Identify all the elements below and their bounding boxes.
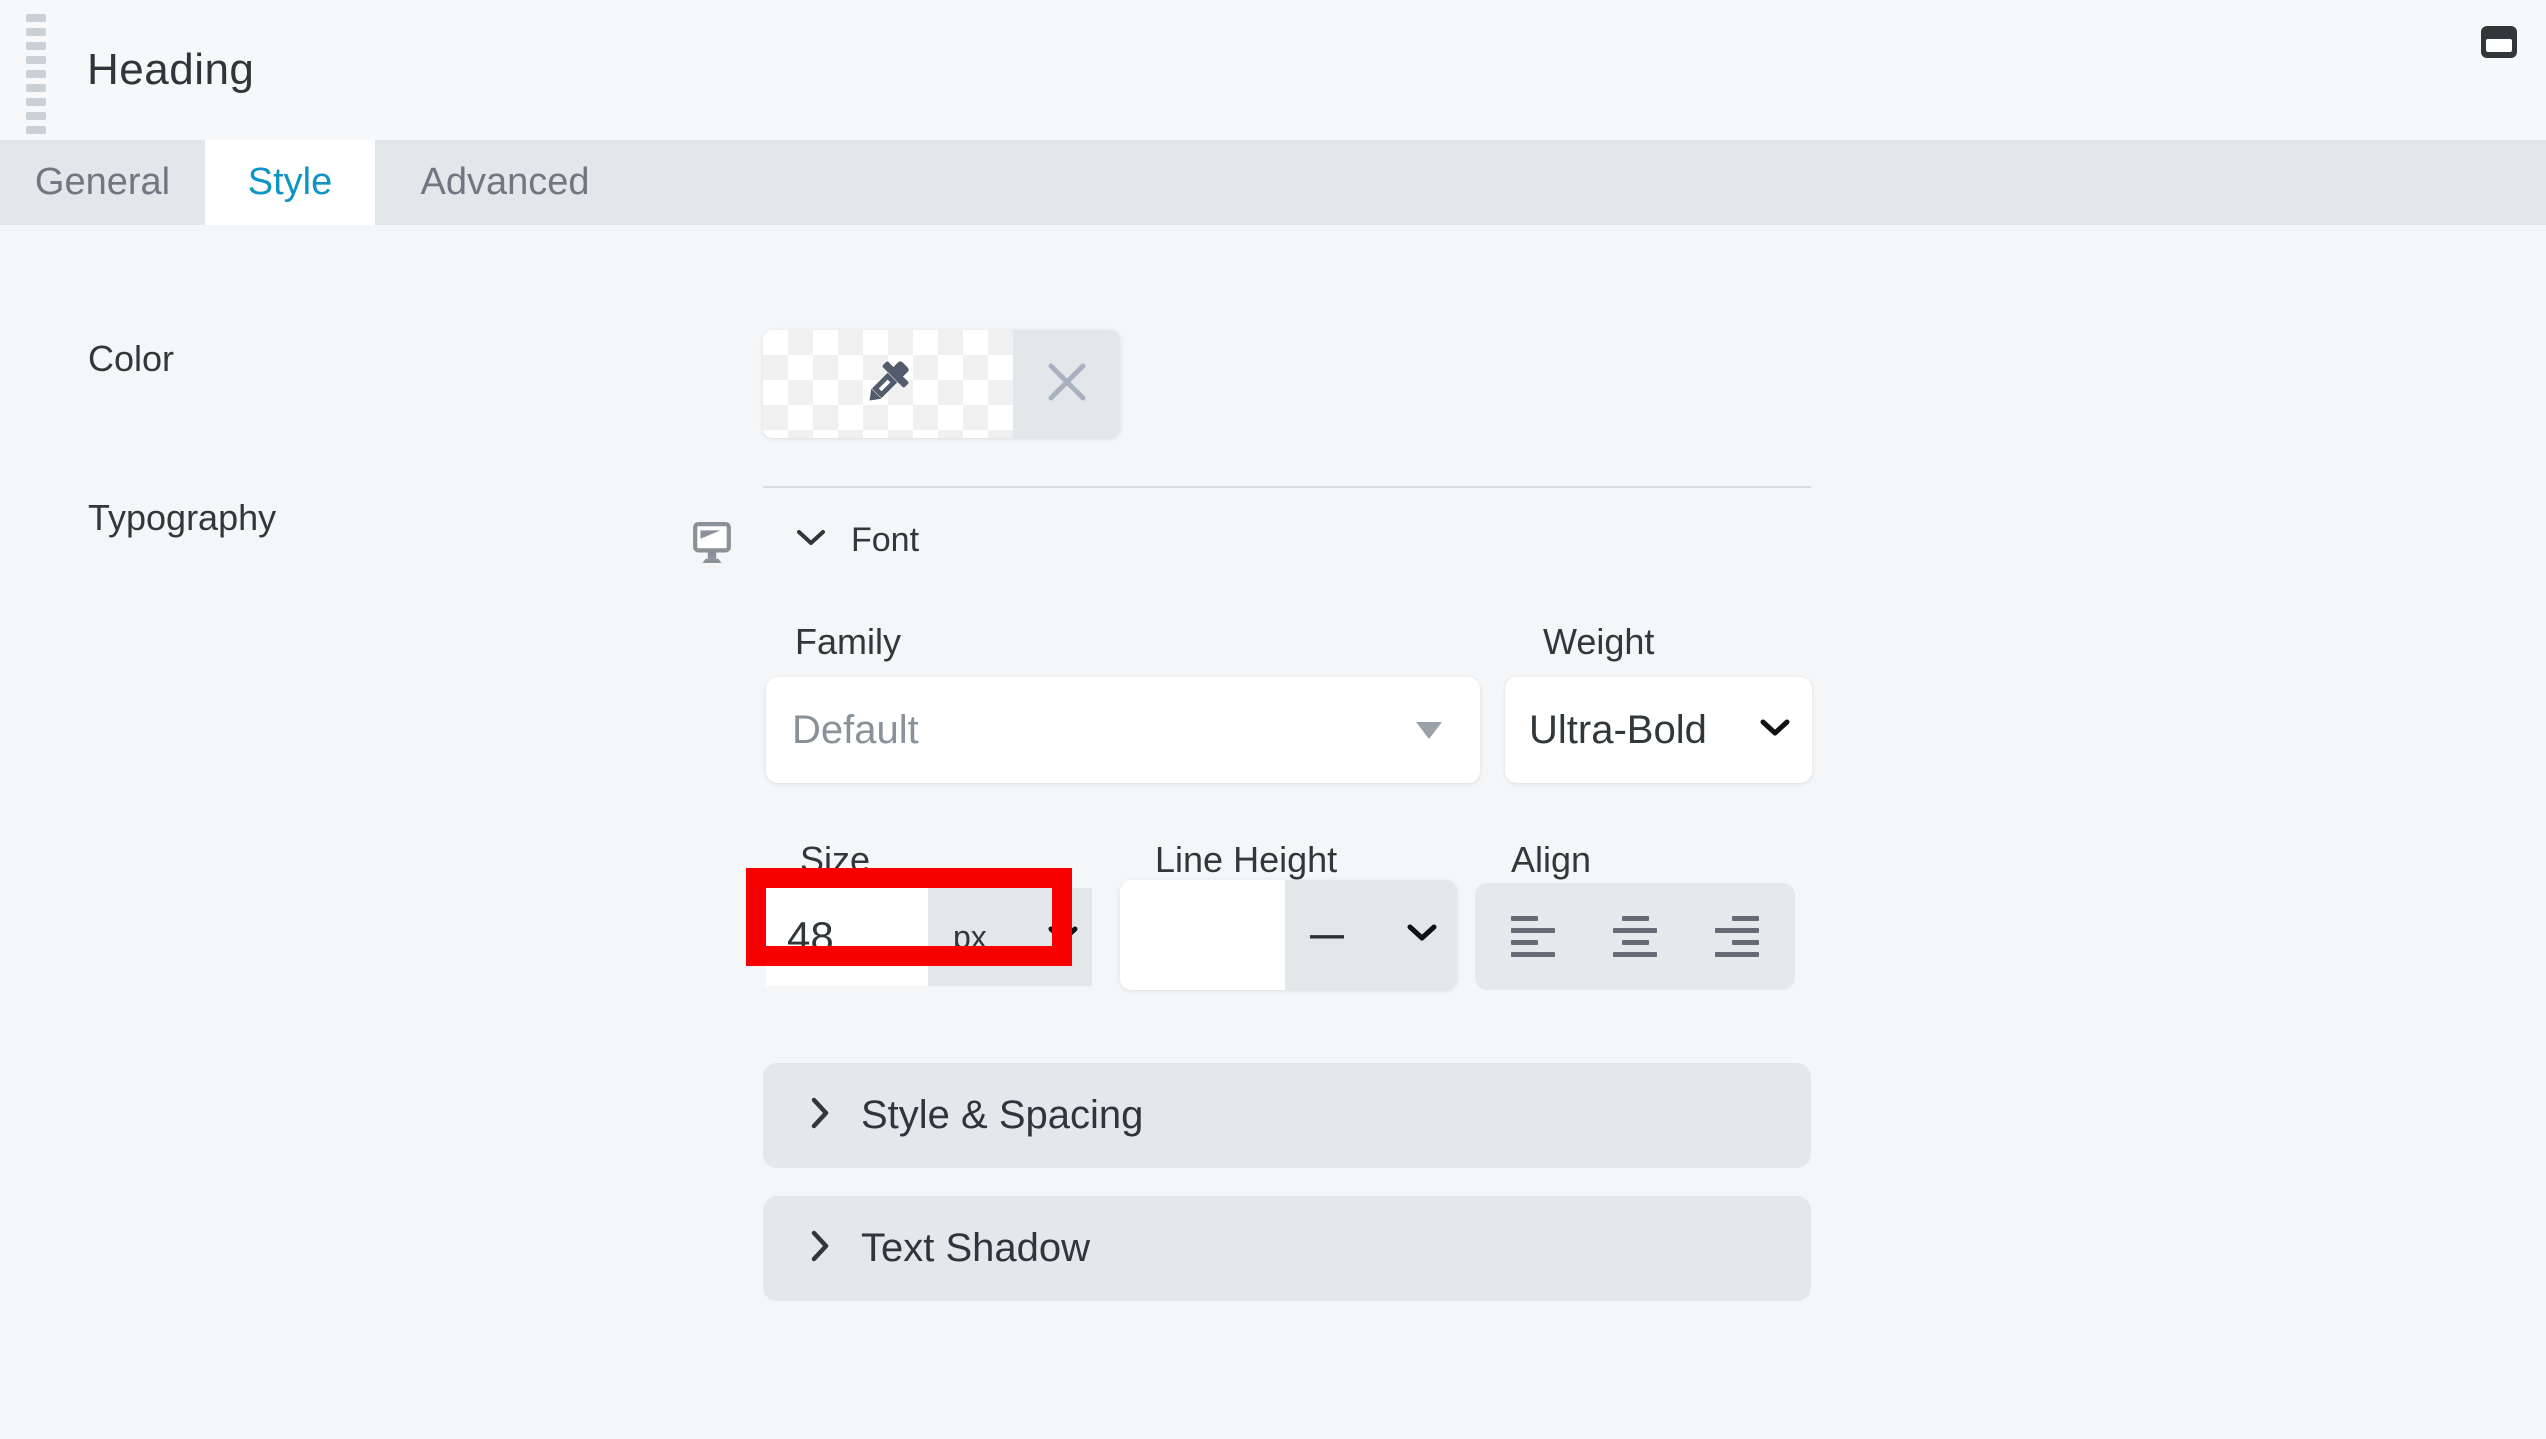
text-shadow-label: Text Shadow <box>861 1226 1091 1270</box>
x-icon <box>1045 360 1089 409</box>
line-height-input[interactable] <box>1120 880 1285 990</box>
font-weight-value: Ultra-Bold <box>1529 707 1707 752</box>
line-height-control: — <box>1120 880 1457 990</box>
panel-header: Heading <box>0 0 2546 140</box>
font-weight-select[interactable]: Ultra-Bold <box>1505 677 1812 783</box>
window-icon[interactable] <box>2481 26 2517 58</box>
drag-handle-icon[interactable] <box>26 14 46 134</box>
tab-advanced[interactable]: Advanced <box>375 140 635 225</box>
chevron-right-icon <box>809 1095 831 1136</box>
triangle-down-icon <box>1416 721 1442 739</box>
text-shadow-accordion[interactable]: Text Shadow <box>763 1196 1811 1301</box>
tab-bar: General Style Advanced <box>0 140 2546 225</box>
align-right-icon[interactable] <box>1715 916 1759 957</box>
settings-panel: Heading General Style Advanced Color Typ… <box>0 0 2546 1439</box>
chevron-down-icon <box>1760 718 1790 743</box>
weight-label: Weight <box>1543 621 1655 662</box>
font-family-value: Default <box>792 707 919 752</box>
line-height-label: Line Height <box>1155 839 1338 880</box>
tab-general[interactable]: General <box>0 140 205 225</box>
color-picker-control <box>763 330 1120 438</box>
eyedropper-icon <box>859 353 917 416</box>
chevron-down-icon <box>1407 923 1437 948</box>
section-divider <box>763 486 1811 488</box>
panel-title: Heading <box>87 45 255 94</box>
color-field-label: Color <box>88 338 175 379</box>
line-height-unit-placeholder: — <box>1310 915 1344 954</box>
line-height-unit-select[interactable]: — <box>1285 880 1457 990</box>
chevron-right-icon <box>809 1228 831 1269</box>
font-family-select[interactable]: Default <box>766 677 1480 783</box>
chevron-down-icon <box>795 527 827 554</box>
style-tab-content: Color Typography Font Family Weight Defa… <box>0 225 2546 1439</box>
color-swatch-button[interactable] <box>763 330 1013 438</box>
font-section-title: Font <box>851 521 920 559</box>
family-label: Family <box>795 621 901 662</box>
align-center-icon[interactable] <box>1613 916 1657 957</box>
text-align-control <box>1475 883 1795 990</box>
style-spacing-accordion[interactable]: Style & Spacing <box>763 1063 1811 1168</box>
style-spacing-label: Style & Spacing <box>861 1093 1144 1137</box>
align-label: Align <box>1511 839 1592 880</box>
tab-style[interactable]: Style <box>205 140 375 225</box>
monitor-icon[interactable] <box>693 522 731 569</box>
font-section-toggle[interactable]: Font <box>795 521 919 560</box>
color-clear-button[interactable] <box>1013 330 1120 438</box>
typography-field-label: Typography <box>88 497 277 538</box>
annotation-highlight-box <box>746 868 1072 966</box>
align-left-icon[interactable] <box>1511 916 1555 957</box>
